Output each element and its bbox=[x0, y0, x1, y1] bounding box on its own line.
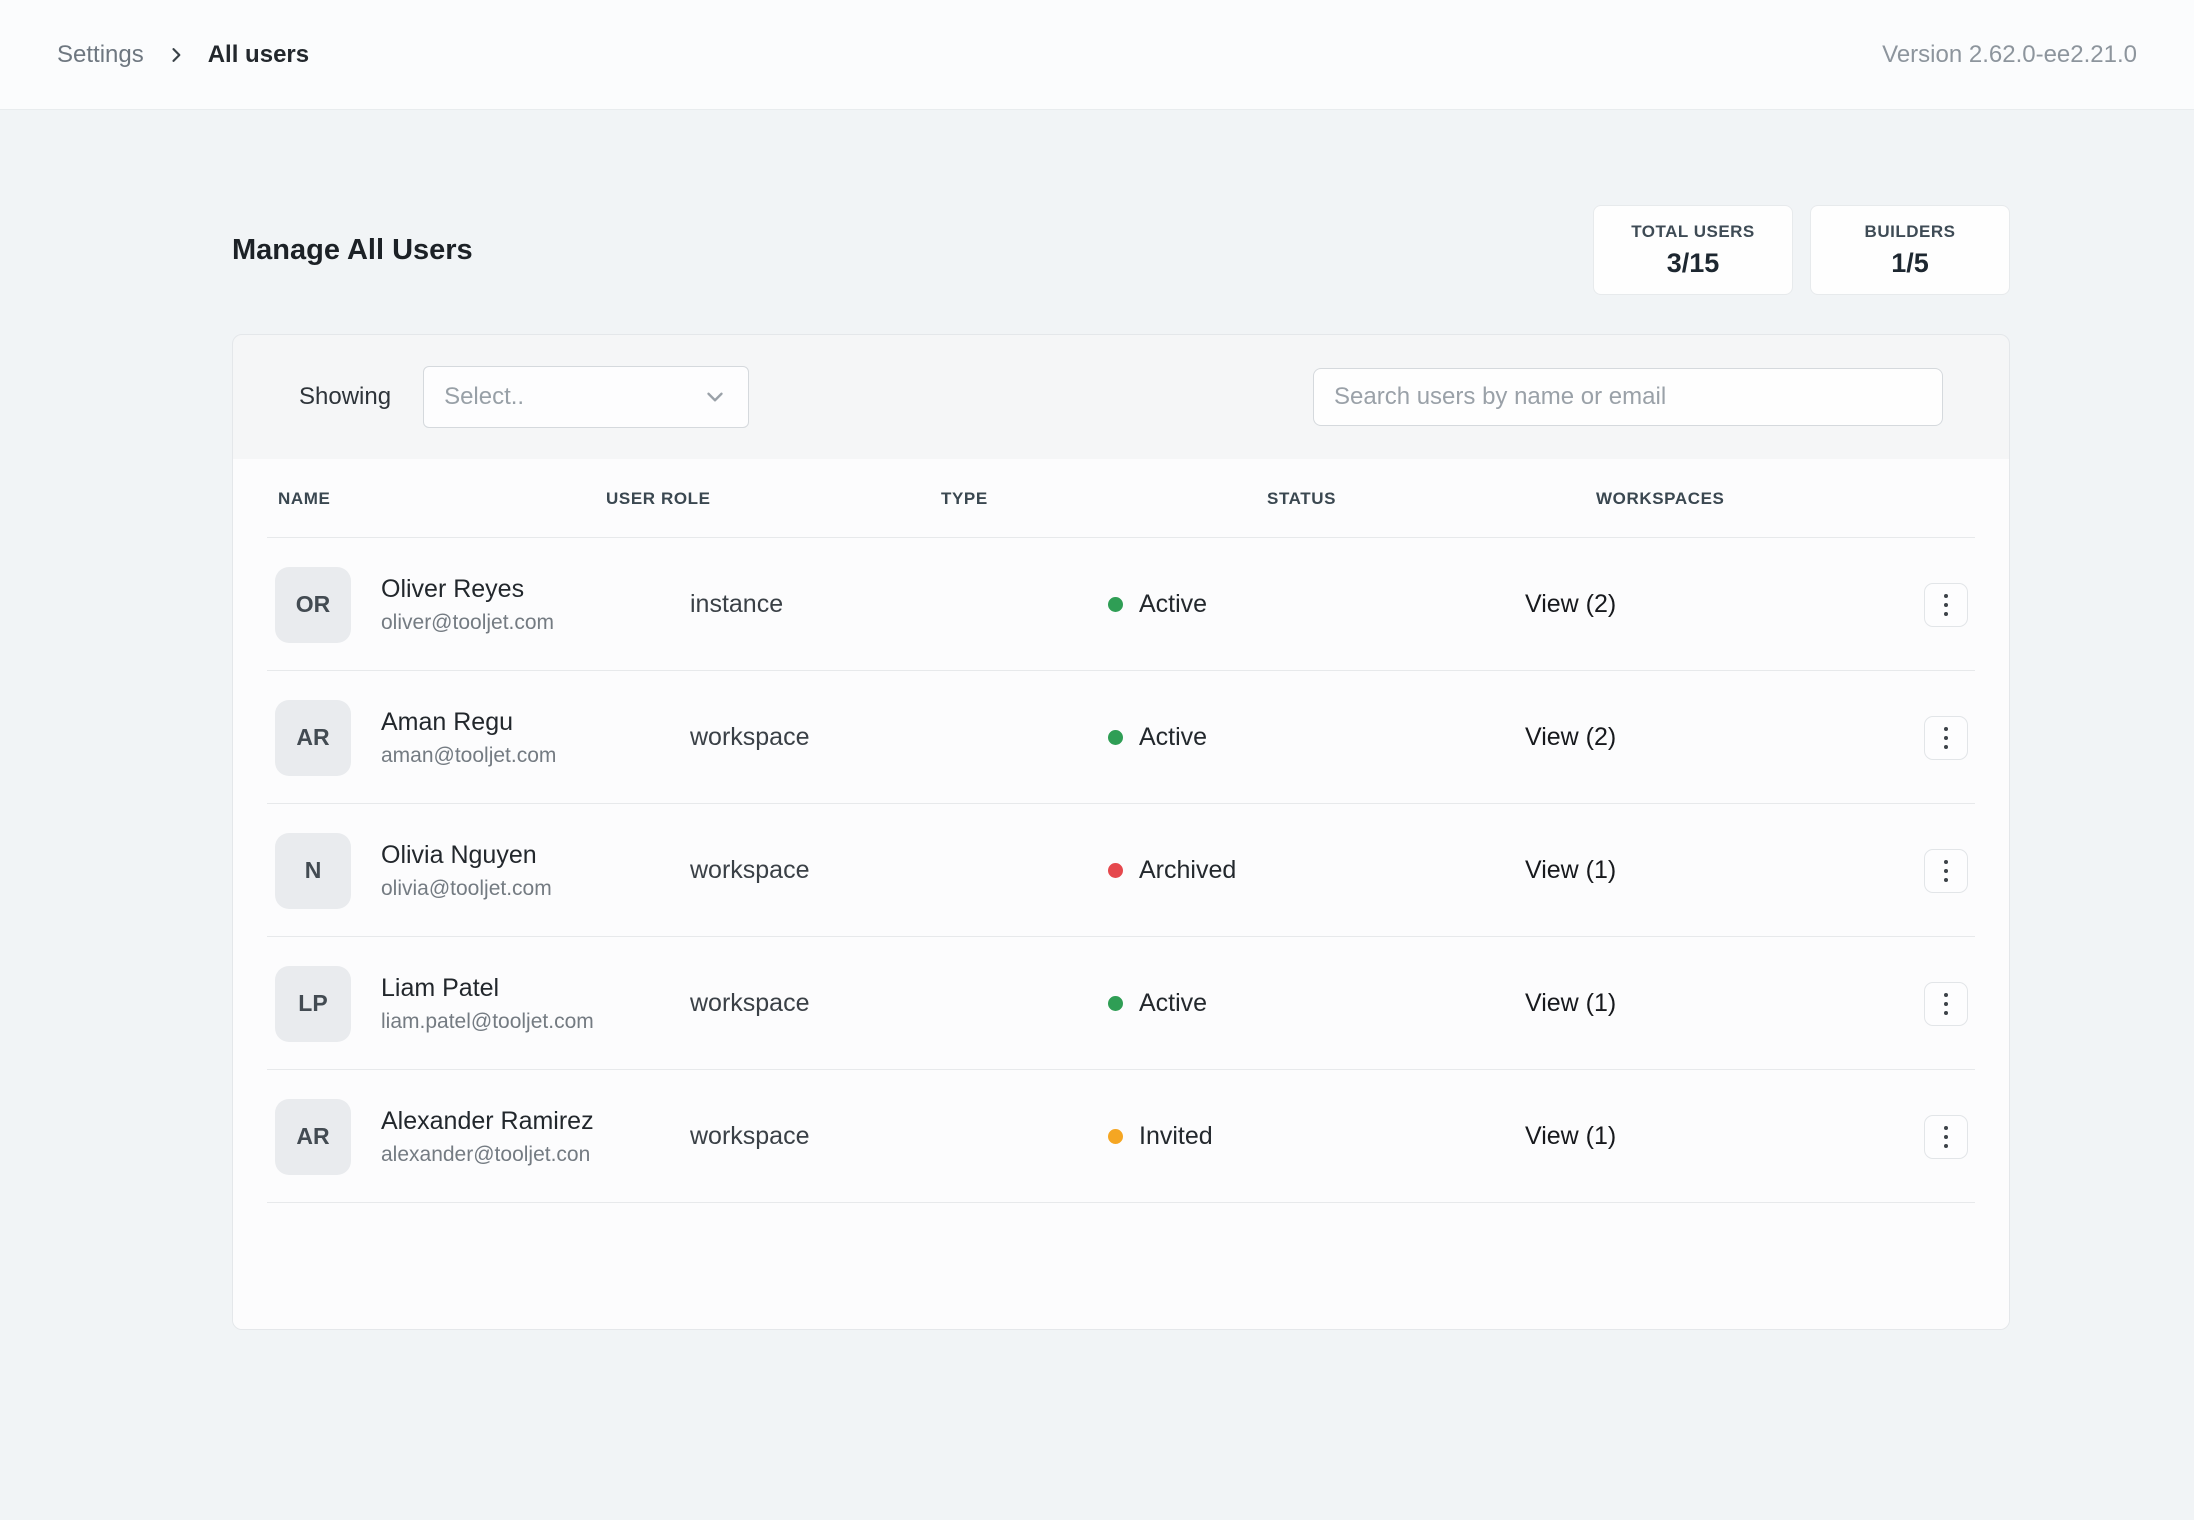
table-row: AR Alexander Ramirez alexander@tooljet.c… bbox=[233, 1070, 2009, 1203]
breadcrumb-settings[interactable]: Settings bbox=[57, 41, 144, 69]
status-cell: Archived bbox=[1108, 856, 1525, 885]
main-content: Manage All Users TOTAL USERS 3/15 BUILDE… bbox=[0, 205, 2194, 1330]
user-role-value: workspace bbox=[690, 1122, 940, 1151]
status-label: Active bbox=[1139, 723, 1207, 752]
user-role-value: instance bbox=[690, 590, 940, 619]
row-actions-menu-button[interactable] bbox=[1924, 1115, 1968, 1159]
status-dot-icon bbox=[1108, 597, 1123, 612]
column-header-user-role: USER ROLE bbox=[606, 489, 941, 509]
user-name-cell: OR Oliver Reyes oliver@tooljet.com bbox=[275, 567, 690, 643]
status-cell: Invited bbox=[1108, 1122, 1525, 1151]
user-role-value: workspace bbox=[690, 856, 940, 885]
status-cell: Active bbox=[1108, 723, 1525, 752]
user-name: Olivia Nguyen bbox=[381, 841, 552, 870]
avatar: LP bbox=[275, 966, 351, 1042]
column-header-status: STATUS bbox=[1267, 489, 1596, 509]
users-card: Showing Select.. NAME USER ROLE TYPE STA… bbox=[232, 334, 2010, 1330]
total-users-value: 3/15 bbox=[1667, 248, 1720, 279]
chevron-down-icon bbox=[702, 384, 728, 410]
workspaces-view-link[interactable]: View (1) bbox=[1525, 989, 1924, 1018]
top-bar: Settings All users Version 2.62.0-ee2.21… bbox=[0, 0, 2194, 110]
workspaces-view-link[interactable]: View (2) bbox=[1525, 723, 1924, 752]
status-dot-icon bbox=[1108, 863, 1123, 878]
user-email: alexander@tooljet.con bbox=[381, 1143, 594, 1167]
user-name-cell: AR Aman Regu aman@tooljet.com bbox=[275, 700, 690, 776]
search-input[interactable] bbox=[1313, 368, 1943, 426]
workspaces-view-link[interactable]: View (1) bbox=[1525, 1122, 1924, 1151]
row-actions-menu-button[interactable] bbox=[1924, 982, 1968, 1026]
builders-value: 1/5 bbox=[1891, 248, 1929, 279]
total-users-label: TOTAL USERS bbox=[1631, 222, 1755, 242]
avatar: AR bbox=[275, 700, 351, 776]
status-label: Active bbox=[1139, 590, 1207, 619]
user-name: Liam Patel bbox=[381, 974, 594, 1003]
row-actions-menu-button[interactable] bbox=[1924, 716, 1968, 760]
status-cell: Active bbox=[1108, 989, 1525, 1018]
filter-bar: Showing Select.. bbox=[233, 335, 2009, 459]
kebab-icon bbox=[1944, 736, 1948, 740]
user-name-cell: LP Liam Patel liam.patel@tooljet.com bbox=[275, 966, 690, 1042]
builders-card: BUILDERS 1/5 bbox=[1810, 205, 2010, 295]
kebab-icon bbox=[1944, 1135, 1948, 1139]
showing-label: Showing bbox=[299, 383, 391, 411]
user-name-cell: N Olivia Nguyen olivia@tooljet.com bbox=[275, 833, 690, 909]
chevron-right-icon bbox=[166, 45, 186, 65]
user-role-value: workspace bbox=[690, 723, 940, 752]
row-actions-menu-button[interactable] bbox=[1924, 849, 1968, 893]
column-header-name: NAME bbox=[278, 489, 606, 509]
workspaces-view-link[interactable]: View (2) bbox=[1525, 590, 1924, 619]
stats-cards: TOTAL USERS 3/15 BUILDERS 1/5 bbox=[1593, 205, 2010, 295]
status-label: Active bbox=[1139, 989, 1207, 1018]
workspaces-view-link[interactable]: View (1) bbox=[1525, 856, 1924, 885]
column-header-workspaces: WORKSPACES bbox=[1596, 489, 2009, 509]
table-row: N Olivia Nguyen olivia@tooljet.com works… bbox=[233, 804, 2009, 937]
status-filter-select[interactable]: Select.. bbox=[423, 366, 749, 428]
user-name: Aman Regu bbox=[381, 708, 556, 737]
user-email: oliver@tooljet.com bbox=[381, 611, 554, 635]
user-email: liam.patel@tooljet.com bbox=[381, 1010, 594, 1034]
breadcrumb: Settings All users bbox=[57, 41, 309, 69]
table-row: OR Oliver Reyes oliver@tooljet.com insta… bbox=[233, 538, 2009, 671]
avatar: AR bbox=[275, 1099, 351, 1175]
title-row: Manage All Users TOTAL USERS 3/15 BUILDE… bbox=[232, 205, 2010, 295]
table-row: AR Aman Regu aman@tooljet.com workspace … bbox=[233, 671, 2009, 804]
status-cell: Active bbox=[1108, 590, 1525, 619]
version-label: Version 2.62.0-ee2.21.0 bbox=[1882, 41, 2137, 69]
avatar: N bbox=[275, 833, 351, 909]
user-email: olivia@tooljet.com bbox=[381, 877, 552, 901]
user-name: Oliver Reyes bbox=[381, 575, 554, 604]
table-header: NAME USER ROLE TYPE STATUS WORKSPACES bbox=[233, 459, 2009, 538]
user-email: aman@tooljet.com bbox=[381, 744, 556, 768]
column-header-type: TYPE bbox=[941, 489, 1267, 509]
status-label: Archived bbox=[1139, 856, 1236, 885]
user-name-cell: AR Alexander Ramirez alexander@tooljet.c… bbox=[275, 1099, 690, 1175]
builders-label: BUILDERS bbox=[1865, 222, 1956, 242]
page-title: Manage All Users bbox=[232, 234, 473, 267]
status-dot-icon bbox=[1108, 730, 1123, 745]
breadcrumb-current-page: All users bbox=[208, 41, 309, 69]
user-name: Alexander Ramirez bbox=[381, 1107, 594, 1136]
status-dot-icon bbox=[1108, 996, 1123, 1011]
kebab-icon bbox=[1944, 1002, 1948, 1006]
select-placeholder: Select.. bbox=[444, 383, 524, 411]
kebab-icon bbox=[1944, 603, 1948, 607]
status-dot-icon bbox=[1108, 1129, 1123, 1144]
users-table: NAME USER ROLE TYPE STATUS WORKSPACES OR… bbox=[233, 459, 2009, 1329]
user-role-value: workspace bbox=[690, 989, 940, 1018]
total-users-card: TOTAL USERS 3/15 bbox=[1593, 205, 1793, 295]
avatar: OR bbox=[275, 567, 351, 643]
table-row: LP Liam Patel liam.patel@tooljet.com wor… bbox=[233, 937, 2009, 1070]
row-actions-menu-button[interactable] bbox=[1924, 583, 1968, 627]
kebab-icon bbox=[1944, 869, 1948, 873]
status-label: Invited bbox=[1139, 1122, 1213, 1151]
